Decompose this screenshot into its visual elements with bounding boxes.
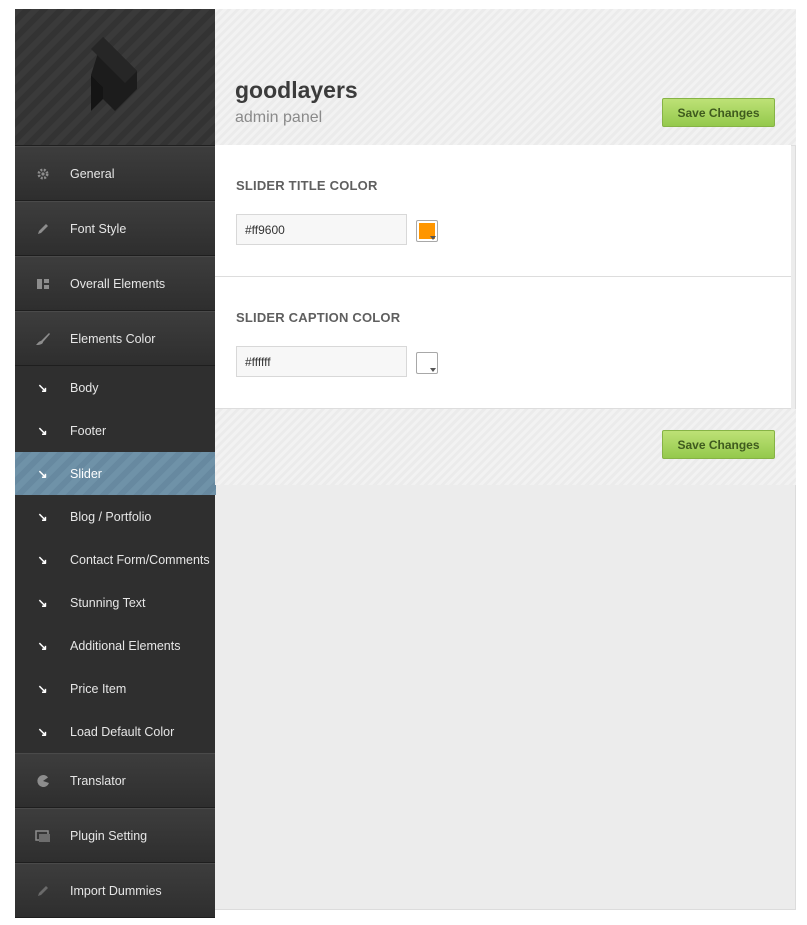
color-swatch-button[interactable]	[416, 220, 438, 242]
translator-icon	[15, 774, 70, 788]
submenu-item-label: Blog / Portfolio	[70, 509, 152, 524]
sidebar: General Font Style Overall Elements Elem…	[15, 9, 216, 918]
submenu-item-label: Additional Elements	[70, 638, 181, 653]
submenu-item-slider[interactable]: ↘ Slider	[15, 452, 216, 495]
sidebar-item-label: Translator	[70, 773, 126, 788]
sidebar-item-elements-color[interactable]: Elements Color	[15, 311, 215, 366]
sidebar-item-label: General	[70, 166, 115, 181]
submenu-item-blog-portfolio[interactable]: ↘ Blog / Portfolio	[15, 495, 215, 538]
elements-color-submenu: ↘ Body ↘ Footer ↘ Slider ↘ Blog / Portfo…	[15, 366, 216, 753]
logo-area	[15, 9, 215, 146]
submenu-item-load-default-color[interactable]: ↘ Load Default Color	[15, 710, 215, 753]
sidebar-item-font-style[interactable]: Font Style	[15, 201, 215, 256]
sidebar-item-label: Elements Color	[70, 331, 156, 346]
submenu-item-label: Contact Form/Comments	[70, 552, 210, 567]
submenu-item-additional-elements[interactable]: ↘ Additional Elements	[15, 624, 215, 667]
sidebar-item-translator[interactable]: Translator	[15, 753, 215, 808]
arrow-down-right-icon: ↘	[37, 509, 48, 524]
dropdown-arrow-icon	[430, 368, 436, 372]
submenu-item-label: Load Default Color	[70, 724, 175, 739]
section-title: SLIDER CAPTION COLOR	[236, 310, 401, 325]
arrow-down-right-icon: ↘	[37, 380, 48, 395]
section-title: SLIDER TITLE COLOR	[236, 178, 378, 193]
submenu-item-stunning-text[interactable]: ↘ Stunning Text	[15, 581, 215, 624]
gear-icon	[15, 167, 70, 181]
header: goodlayers admin panel Save Changes	[215, 9, 796, 146]
save-changes-button[interactable]: Save Changes	[662, 430, 775, 459]
submenu-item-label: Slider	[70, 466, 102, 481]
arrow-down-right-icon: ↘	[37, 638, 48, 653]
brush-icon	[15, 332, 70, 346]
sidebar-item-label: Plugin Setting	[70, 828, 148, 843]
submenu-item-label: Footer	[70, 423, 107, 438]
color-swatch-button[interactable]	[416, 352, 438, 374]
arrow-down-right-icon: ↘	[37, 595, 48, 610]
slider-caption-color-input[interactable]	[236, 346, 407, 377]
submenu-item-contact-form[interactable]: ↘ Contact Form/Comments	[15, 538, 215, 581]
submenu-item-body[interactable]: ↘ Body	[15, 366, 215, 409]
brand-subtitle: admin panel	[235, 109, 323, 126]
sidebar-item-overall-elements[interactable]: Overall Elements	[15, 256, 215, 311]
arrow-down-right-icon: ↘	[37, 466, 48, 481]
submenu-item-footer[interactable]: ↘ Footer	[15, 409, 215, 452]
sidebar-item-general[interactable]: General	[15, 146, 215, 201]
dropdown-arrow-icon	[430, 236, 436, 240]
settings-panel: SLIDER TITLE COLOR SLIDER CAPTION COLOR	[215, 145, 791, 409]
sidebar-item-plugin-setting[interactable]: Plugin Setting	[15, 808, 215, 863]
footer-bar: Save Changes	[215, 409, 796, 485]
slider-title-color-input[interactable]	[236, 214, 407, 245]
layout-icon	[15, 277, 70, 291]
submenu-item-label: Stunning Text	[70, 595, 146, 610]
submenu-item-label: Price Item	[70, 681, 127, 696]
brand-title: goodlayers	[235, 77, 358, 103]
arrow-down-right-icon: ↘	[37, 552, 48, 567]
arrow-down-right-icon: ↘	[37, 724, 48, 739]
arrow-down-right-icon: ↘	[37, 423, 48, 438]
goodlayers-logo-icon	[91, 37, 137, 111]
sidebar-item-import-dummies[interactable]: Import Dummies	[15, 863, 215, 918]
save-changes-button[interactable]: Save Changes	[662, 98, 775, 127]
sidebar-item-label: Import Dummies	[70, 883, 162, 898]
pencil-icon	[15, 884, 70, 898]
sidebar-item-label: Font Style	[70, 221, 127, 236]
pencil-icon	[15, 222, 70, 236]
arrow-down-right-icon: ↘	[37, 681, 48, 696]
plugin-icon	[15, 829, 70, 843]
submenu-item-label: Body	[70, 380, 99, 395]
submenu-item-price-item[interactable]: ↘ Price Item	[15, 667, 215, 710]
slider-caption-color-section: SLIDER CAPTION COLOR	[215, 277, 791, 409]
slider-title-color-section: SLIDER TITLE COLOR	[215, 145, 791, 277]
sidebar-item-label: Overall Elements	[70, 276, 166, 291]
